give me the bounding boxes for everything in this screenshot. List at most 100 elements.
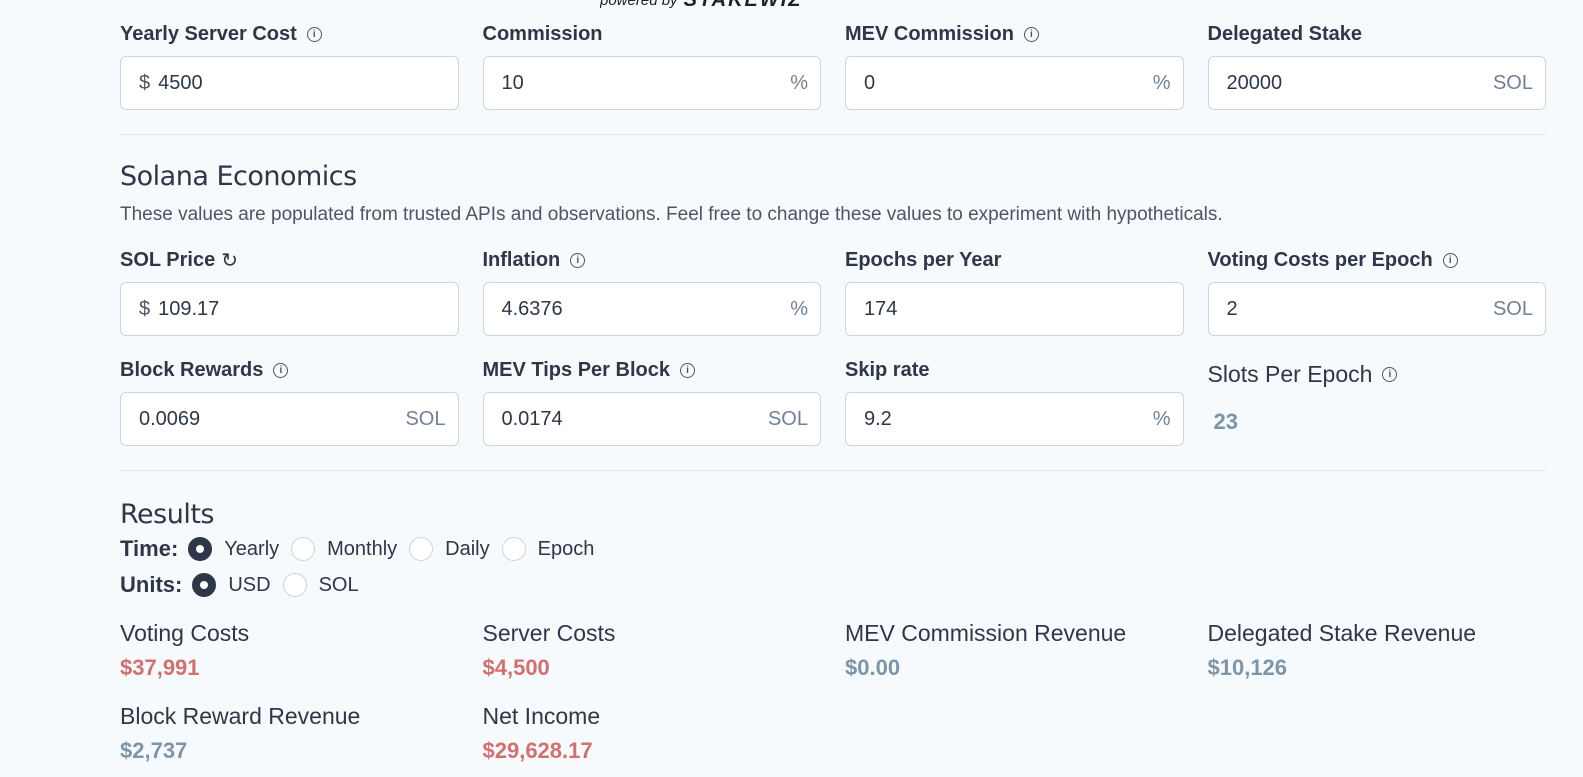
- skip-rate-input[interactable]: 9.2 %: [845, 392, 1184, 446]
- mev-commission-field: MEV Commission i 0 %: [845, 0, 1184, 110]
- mev-tips-per-block-label: MEV Tips Per Block i: [483, 358, 822, 383]
- info-icon[interactable]: i: [679, 363, 695, 378]
- radio-selected[interactable]: [188, 537, 213, 561]
- yearly-server-cost-field: Yearly Server Cost i $ 4500: [120, 0, 459, 110]
- radio-unselected[interactable]: [282, 573, 307, 597]
- field-label: MEV Tips Per Block: [482, 359, 670, 381]
- sol-price-label: SOL Price ↻: [120, 248, 459, 273]
- slots-per-epoch-value: 23: [1213, 409, 1238, 434]
- yearly-server-cost-input[interactable]: $ 4500: [120, 56, 459, 110]
- field-label: Inflation: [482, 249, 561, 271]
- info-icon[interactable]: i: [1023, 27, 1039, 42]
- results-title: Results: [120, 499, 215, 530]
- input-value: 0: [864, 71, 876, 94]
- time-option-daily[interactable]: Daily: [409, 537, 490, 561]
- inflation-field: Inflation i 4.6376 %: [482, 226, 822, 336]
- time-option-yearly[interactable]: Yearly: [188, 537, 279, 561]
- input-value: 9.2: [864, 407, 892, 430]
- field-label: Yearly Server Cost: [120, 23, 297, 45]
- dollar-prefix: $: [139, 297, 151, 320]
- result-value: $0.00: [845, 655, 901, 680]
- info-icon[interactable]: i: [306, 27, 322, 42]
- input-value: 2: [1226, 297, 1238, 320]
- mev-commission-label: MEV Commission i: [845, 22, 1184, 47]
- input-value: 4.6376: [501, 297, 563, 320]
- sol-suffix: SOL: [1492, 71, 1533, 94]
- result-label: Delegated Stake Revenue: [1207, 620, 1477, 646]
- result-label: Voting Costs: [120, 620, 250, 646]
- time-option-monthly[interactable]: Monthly: [291, 537, 397, 561]
- field-label: Delegated Stake: [1207, 23, 1363, 45]
- delegated-stake-revenue-result: Delegated Stake Revenue $10,126: [1208, 620, 1547, 681]
- input-value: 10: [501, 71, 524, 94]
- sol-suffix: SOL: [1492, 297, 1533, 320]
- refresh-icon[interactable]: ↻: [221, 248, 238, 273]
- section-divider: [120, 470, 1546, 471]
- results-row-2: Block Reward Revenue $2,737 Net Income $…: [120, 703, 1546, 764]
- field-label: Voting Costs per Epoch: [1207, 249, 1433, 271]
- result-value: $37,991: [120, 655, 200, 680]
- units-option-usd[interactable]: USD: [192, 573, 271, 597]
- block-rewards-label: Block Rewards i: [120, 358, 459, 383]
- result-label: Net Income: [482, 703, 601, 729]
- block-rewards-field: Block Rewards i 0.0069 SOL: [120, 336, 459, 446]
- info-icon[interactable]: i: [1382, 367, 1398, 382]
- input-value: 4500: [158, 71, 203, 94]
- commission-label: Commission: [483, 22, 822, 47]
- economics-row-2: Block Rewards i 0.0069 SOL MEV Tips Per …: [120, 336, 1546, 446]
- result-label: MEV Commission Revenue: [845, 620, 1127, 646]
- field-label: SOL Price: [120, 249, 216, 271]
- input-value: 0.0174: [501, 407, 563, 430]
- time-selector: Time: Yearly Monthly Daily Epoch: [120, 532, 1546, 566]
- field-label: Skip rate: [845, 359, 930, 381]
- radio-unselected[interactable]: [501, 537, 526, 561]
- info-icon[interactable]: i: [1442, 253, 1458, 268]
- voting-costs-result: Voting Costs $37,991: [120, 620, 459, 681]
- option-label: SOL: [318, 573, 359, 596]
- epochs-per-year-label: Epochs per Year: [845, 248, 1184, 273]
- epochs-per-year-field: Epochs per Year 174: [845, 226, 1184, 336]
- delegated-stake-field: Delegated Stake 20000 SOL: [1207, 0, 1546, 110]
- voting-costs-per-epoch-label: Voting Costs per Epoch i: [1208, 248, 1547, 273]
- input-value: 109.17: [158, 297, 220, 320]
- input-value: 174: [864, 297, 898, 320]
- dollar-prefix: $: [139, 71, 151, 94]
- result-value: $4,500: [482, 655, 550, 680]
- inflation-input[interactable]: 4.6376 %: [482, 282, 821, 336]
- result-label: Block Reward Revenue: [120, 703, 361, 729]
- result-value: $29,628.17: [482, 738, 593, 763]
- yearly-server-cost-label: Yearly Server Cost i: [120, 22, 459, 47]
- epochs-per-year-input[interactable]: 174: [845, 282, 1184, 336]
- radio-unselected[interactable]: [291, 537, 316, 561]
- sol-price-input[interactable]: $ 109.17: [120, 282, 459, 336]
- units-option-sol[interactable]: SOL: [282, 573, 359, 597]
- block-rewards-input[interactable]: 0.0069 SOL: [120, 392, 459, 446]
- section-divider: [120, 134, 1546, 135]
- option-label: Yearly: [224, 537, 280, 560]
- info-icon[interactable]: i: [273, 363, 289, 378]
- mev-commission-revenue-result: MEV Commission Revenue $0.00: [845, 620, 1184, 681]
- commission-input[interactable]: 10 %: [482, 56, 821, 110]
- slots-per-epoch-field: Slots Per Epoch i 23: [1208, 336, 1547, 446]
- inflation-label: Inflation i: [483, 248, 822, 273]
- time-label: Time:: [120, 536, 179, 561]
- info-icon[interactable]: i: [570, 253, 586, 268]
- option-label: USD: [228, 573, 271, 596]
- field-label: MEV Commission: [845, 23, 1014, 45]
- voting-costs-per-epoch-field: Voting Costs per Epoch i 2 SOL: [1207, 226, 1547, 336]
- percent-suffix: %: [790, 71, 808, 94]
- voting-costs-per-epoch-input[interactable]: 2 SOL: [1207, 282, 1546, 336]
- percent-suffix: %: [1152, 407, 1171, 430]
- delegated-stake-input[interactable]: 20000 SOL: [1207, 56, 1546, 110]
- time-option-epoch[interactable]: Epoch: [501, 537, 594, 561]
- block-reward-revenue-result: Block Reward Revenue $2,737: [120, 703, 459, 764]
- radio-unselected[interactable]: [409, 537, 434, 561]
- mev-tips-per-block-input[interactable]: 0.0174 SOL: [482, 392, 821, 446]
- result-value: $2,737: [120, 738, 188, 763]
- radio-selected[interactable]: [192, 573, 217, 597]
- field-label: Epochs per Year: [845, 249, 1002, 271]
- mev-commission-input[interactable]: 0 %: [845, 56, 1184, 110]
- percent-suffix: %: [1152, 71, 1171, 94]
- mev-tips-per-block-field: MEV Tips Per Block i 0.0174 SOL: [482, 336, 822, 446]
- server-costs-result: Server Costs $4,500: [483, 620, 822, 681]
